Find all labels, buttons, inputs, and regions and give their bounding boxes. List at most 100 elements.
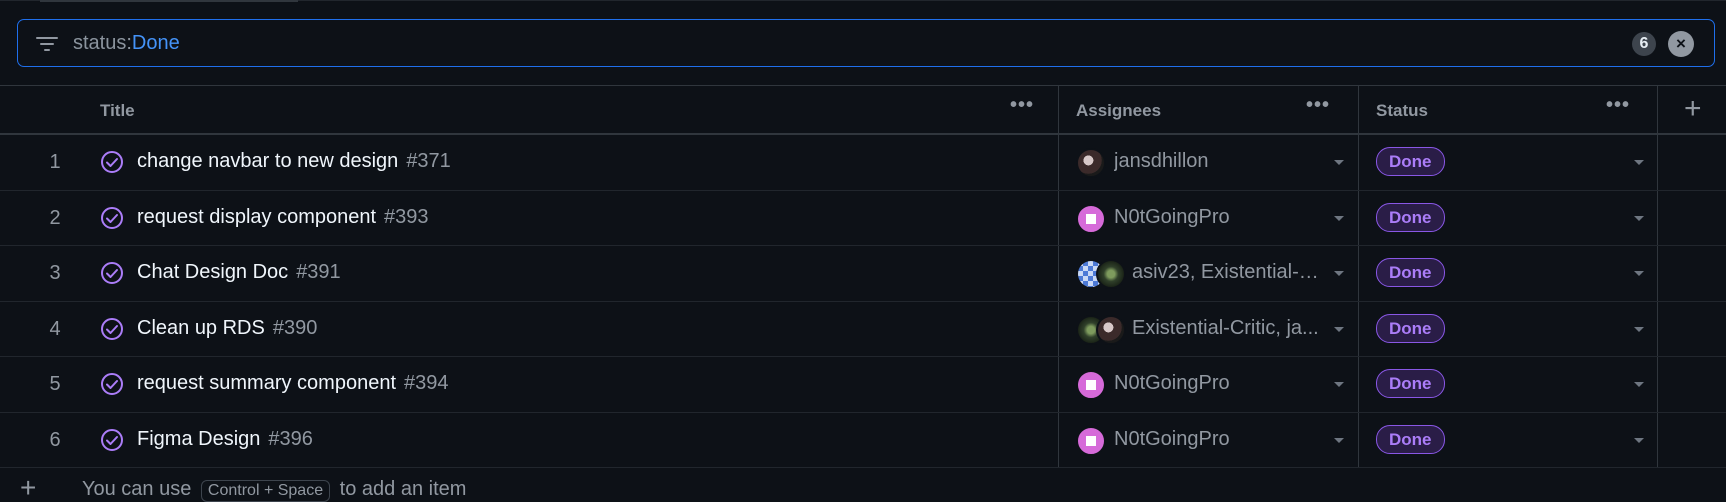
column-header-assignees[interactable]: Assignees: [1076, 101, 1161, 121]
issue-title[interactable]: Figma Design #396: [137, 428, 313, 451]
table-row[interactable]: 4 Clean up RDS #390 Existential-Critic, j…: [0, 301, 1726, 357]
clear-filter-button[interactable]: ×: [1668, 31, 1694, 57]
issue-closed-icon: [101, 373, 123, 395]
add-item-hint[interactable]: You can use Control + Space to add an it…: [82, 478, 466, 502]
add-item-hint-prefix: You can use: [82, 478, 192, 500]
column-divider: [1657, 190, 1658, 245]
add-item-hint-suffix: to add an item: [339, 478, 467, 500]
table-row[interactable]: 5 request summary component #394 N0tGoing…: [0, 357, 1726, 413]
column-divider[interactable]: [1657, 86, 1658, 133]
column-divider: [1058, 246, 1059, 301]
table-row[interactable]: 6 Figma Design #396 N0tGoingPro Done: [0, 412, 1726, 468]
assignee-avatars: [1076, 203, 1106, 234]
issue-title-text: Figma Design: [137, 427, 261, 450]
table-row[interactable]: 2 request display component #393 N0tGoing…: [0, 190, 1726, 246]
filter-key: status:: [73, 32, 132, 54]
keyboard-shortcut: Control + Space: [200, 480, 331, 502]
column-divider[interactable]: [1358, 86, 1359, 133]
issue-number: #394: [404, 372, 449, 394]
row-number: 3: [49, 262, 61, 284]
row-number: 4: [49, 317, 61, 340]
issue-title[interactable]: request summary component #394: [137, 372, 449, 395]
row-number: 6: [49, 428, 61, 451]
column-divider: [1657, 357, 1658, 412]
result-count-badge: 6: [1632, 32, 1656, 56]
column-divider: [1657, 246, 1658, 301]
assignee-avatars: [1076, 259, 1126, 289]
issue-title-text: Clean up RDS: [137, 316, 265, 339]
chevron-down-icon[interactable]: [1334, 326, 1344, 332]
filter-value: Done: [131, 32, 180, 54]
column-header-status[interactable]: Status: [1376, 101, 1428, 121]
issue-title[interactable]: change navbar to new design #371: [137, 150, 451, 173]
chevron-down-icon[interactable]: [1634, 160, 1644, 165]
assignee-avatars: [1076, 148, 1106, 178]
assignee-names[interactable]: N0tGoingPro: [1114, 206, 1325, 229]
assignee-avatars: [1076, 314, 1126, 345]
issue-title-text: change navbar to new design: [137, 150, 399, 172]
assignees-column-menu-icon[interactable]: •••: [1306, 94, 1330, 117]
column-divider: [1058, 412, 1059, 467]
column-divider[interactable]: [1058, 86, 1059, 133]
issue-title[interactable]: request display component #393: [137, 206, 429, 229]
column-divider: [1657, 135, 1658, 190]
avatar: [1076, 370, 1106, 400]
issue-closed-icon: [101, 262, 123, 284]
issue-number: #391: [296, 261, 341, 283]
add-field-icon[interactable]: +: [1684, 92, 1702, 126]
column-divider: [1058, 301, 1059, 356]
row-number: 5: [49, 373, 61, 395]
column-header-title[interactable]: Title: [100, 101, 135, 121]
issue-number: #393: [384, 205, 429, 228]
chevron-down-icon[interactable]: [1334, 382, 1344, 387]
row-number: 2: [49, 206, 61, 229]
chevron-down-icon[interactable]: [1634, 326, 1644, 332]
table-row[interactable]: 1 change navbar to new design #371 jansdh…: [0, 135, 1726, 191]
issue-number: #371: [406, 150, 451, 172]
chevron-down-icon[interactable]: [1634, 215, 1644, 221]
status-badge[interactable]: Done: [1376, 369, 1445, 398]
status-badge[interactable]: Done: [1376, 202, 1445, 232]
assignee-names[interactable]: N0tGoingPro: [1114, 372, 1325, 395]
avatar: [1076, 425, 1106, 456]
status-badge[interactable]: Done: [1376, 147, 1445, 176]
issue-title-text: request summary component: [137, 372, 397, 394]
assignee-avatars: [1076, 370, 1106, 400]
chevron-down-icon[interactable]: [1634, 271, 1644, 276]
table-row[interactable]: 3 Chat Design Doc #391 asiv23, Existentia…: [0, 246, 1726, 302]
status-badge[interactable]: Done: [1376, 424, 1445, 454]
chevron-down-icon[interactable]: [1634, 437, 1644, 443]
table-header: Title ••• Assignees ••• Status ••• +: [0, 85, 1726, 135]
assignee-names[interactable]: asiv23, Existential-C...: [1132, 261, 1325, 284]
filter-query[interactable]: status:Done: [73, 32, 180, 55]
assignee-names[interactable]: Existential-Critic, ja...: [1132, 317, 1325, 340]
chevron-down-icon[interactable]: [1334, 437, 1344, 443]
filter-bar[interactable]: status:Done 6 ×: [17, 19, 1715, 67]
issue-title[interactable]: Clean up RDS #390: [137, 317, 317, 340]
assignee-names[interactable]: jansdhillon: [1114, 150, 1325, 173]
avatar: [1076, 148, 1106, 178]
assignee-names[interactable]: N0tGoingPro: [1114, 428, 1325, 451]
chevron-down-icon[interactable]: [1334, 271, 1344, 276]
chevron-down-icon[interactable]: [1334, 215, 1344, 221]
avatar: [1076, 203, 1106, 234]
status-badge[interactable]: Done: [1376, 313, 1445, 343]
add-item-row[interactable]: + You can use Control + Space to add an …: [0, 468, 1726, 502]
chevron-down-icon[interactable]: [1334, 160, 1344, 165]
issue-number: #396: [268, 427, 313, 450]
issue-closed-icon: [101, 428, 123, 451]
status-badge[interactable]: Done: [1376, 258, 1445, 287]
column-divider: [1358, 412, 1359, 467]
assignee-avatars: [1076, 425, 1106, 456]
column-divider: [1358, 301, 1359, 356]
issue-title-text: Chat Design Doc: [137, 261, 289, 283]
status-column-menu-icon[interactable]: •••: [1606, 94, 1630, 117]
title-column-menu-icon[interactable]: •••: [1010, 94, 1034, 117]
column-divider: [1358, 135, 1359, 190]
active-view-tab-indicator: [40, 0, 298, 2]
issue-title[interactable]: Chat Design Doc #391: [137, 261, 341, 284]
add-item-icon[interactable]: +: [20, 472, 36, 502]
avatar: [1096, 314, 1126, 345]
column-divider: [1657, 412, 1658, 467]
chevron-down-icon[interactable]: [1634, 382, 1644, 387]
